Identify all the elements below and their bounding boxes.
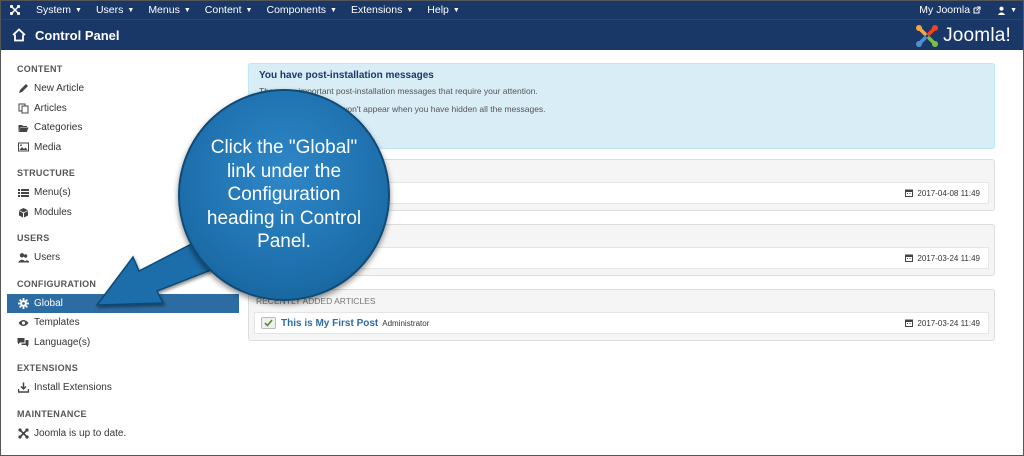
image-icon [17, 141, 29, 153]
alert-line: This information area won't appear when … [259, 104, 546, 114]
sidebar-item-label: Media [34, 141, 62, 153]
sidebar-item-label: Language(s) [34, 336, 91, 348]
comments-icon [17, 336, 29, 348]
users-icon [17, 252, 29, 264]
menu-label: Components [266, 4, 327, 16]
menu-content[interactable]: Content ▼ [198, 1, 260, 19]
main-menu: System ▼ Users ▼ Menus ▼ Content ▼ Component… [29, 1, 467, 19]
nav-right: My Joomla ▼ [911, 1, 1023, 19]
list-item[interactable]: This is My First Post Administrator 2017… [254, 312, 989, 334]
list-icon [17, 187, 29, 199]
instruction-callout: Click the "Global" link under the Config… [178, 89, 390, 301]
sidebar-heading-extensions: EXTENSIONS [17, 363, 79, 373]
alert-line: There are important post-installation me… [259, 86, 538, 96]
menu-users[interactable]: Users ▼ [89, 1, 141, 19]
calendar-icon [905, 189, 914, 197]
my-joomla-label: My Joomla [919, 4, 971, 16]
caret-down-icon: ▼ [452, 6, 460, 14]
sidebar-item-languages[interactable]: Language(s) [7, 333, 239, 353]
sidebar-item-global[interactable]: Global [7, 293, 239, 313]
menu-label: Users [95, 4, 124, 16]
menu-label: Menus [148, 4, 180, 16]
pencil-icon [17, 83, 29, 95]
menu-label: Content [204, 4, 242, 16]
published-check-icon[interactable] [261, 317, 276, 329]
joomla-wordmark: Joomla! [943, 25, 1011, 46]
alert-title: You have post-installation messages [259, 70, 434, 81]
menu-components[interactable]: Components ▼ [259, 1, 343, 19]
menu-help[interactable]: Help ▼ [420, 1, 467, 19]
gear-icon [17, 297, 29, 309]
caret-down-icon: ▼ [183, 6, 191, 14]
sidebar-item-label: Global [34, 297, 63, 309]
caret-down-icon: ▼ [406, 6, 414, 14]
menu-extensions[interactable]: Extensions ▼ [344, 1, 420, 19]
item-date: 2017-04-08 11:49 [905, 189, 988, 198]
panel-heading: RECENTLY ADDED ARTICLES [256, 296, 376, 306]
menu-label: System [36, 4, 72, 16]
date-text: 2017-03-24 11:49 [917, 318, 980, 328]
callout-text: Click the "Global" link under the Config… [206, 137, 362, 253]
date-text: 2017-04-08 11:49 [917, 188, 980, 198]
caret-down-icon: ▼ [1010, 6, 1017, 14]
page-title: Control Panel [35, 27, 120, 43]
sidebar-item-label: Categories [34, 122, 83, 134]
calendar-icon [905, 254, 914, 262]
external-link-icon [973, 6, 981, 14]
folder-open-icon [17, 122, 29, 134]
sidebar-item-templates[interactable]: Templates [7, 313, 239, 333]
caret-down-icon: ▼ [245, 6, 253, 14]
sidebar-item-label: New Article [34, 83, 85, 95]
home-icon [12, 28, 26, 42]
sidebar-item-label: Install Extensions [34, 382, 112, 394]
eye-icon [17, 317, 29, 329]
menu-label: Extensions [350, 4, 403, 16]
joomla-brand-icon [916, 25, 939, 47]
article-title-link[interactable]: This is My First Post [281, 318, 378, 329]
panel-recently-added: RECENTLY ADDED ARTICLES This is My First… [248, 289, 995, 341]
sidebar-heading-content: CONTENT [17, 64, 63, 74]
sidebar-item-label: Modules [34, 206, 72, 218]
joomla-icon [17, 427, 29, 439]
sidebar-item-articles[interactable]: Articles [7, 99, 239, 119]
sidebar-item-label: Users [34, 252, 61, 264]
screenshot-frame: System ▼ Users ▼ Menus ▼ Content ▼ Component… [0, 0, 1024, 456]
sidebar-item-label: Joomla is up to date. [34, 427, 127, 439]
sidebar-item-label: Templates [34, 317, 80, 329]
page-header: Control Panel Joomla! [1, 19, 1023, 50]
calendar-icon [905, 319, 914, 327]
top-navbar: System ▼ Users ▼ Menus ▼ Content ▼ Component… [1, 1, 1023, 19]
menu-menus[interactable]: Menus ▼ [141, 1, 197, 19]
menu-system[interactable]: System ▼ [29, 1, 89, 19]
user-menu[interactable]: ▼ [989, 1, 1023, 19]
cube-icon [17, 206, 29, 218]
user-icon [997, 6, 1006, 15]
download-icon [17, 382, 29, 394]
sidebar-item-label: Menu(s) [34, 187, 71, 199]
copy-icon [17, 102, 29, 114]
item-date: 2017-03-24 11:49 [905, 319, 988, 328]
joomla-brand: Joomla! [914, 23, 1011, 49]
item-date: 2017-03-24 11:49 [905, 254, 988, 263]
date-text: 2017-03-24 11:49 [917, 253, 980, 263]
sidebar-heading-maintenance: MAINTENANCE [17, 408, 87, 419]
menu-label: Help [427, 4, 449, 16]
caret-down-icon: ▼ [75, 6, 82, 14]
sidebar-item-install-extensions[interactable]: Install Extensions [7, 378, 239, 398]
my-joomla-link[interactable]: My Joomla [911, 1, 989, 19]
sidebar-item-label: Articles [34, 102, 67, 114]
article-author: Administrator [382, 318, 430, 328]
caret-down-icon: ▼ [330, 6, 337, 14]
joomla-logo-icon[interactable] [1, 1, 29, 19]
sidebar-item-new-article[interactable]: New Article [7, 79, 239, 99]
sidebar-item-joomla-update[interactable]: Joomla is up to date. [7, 424, 239, 444]
sidebar-heading-configuration: CONFIGURATION [17, 278, 97, 289]
caret-down-icon: ▼ [127, 6, 135, 14]
